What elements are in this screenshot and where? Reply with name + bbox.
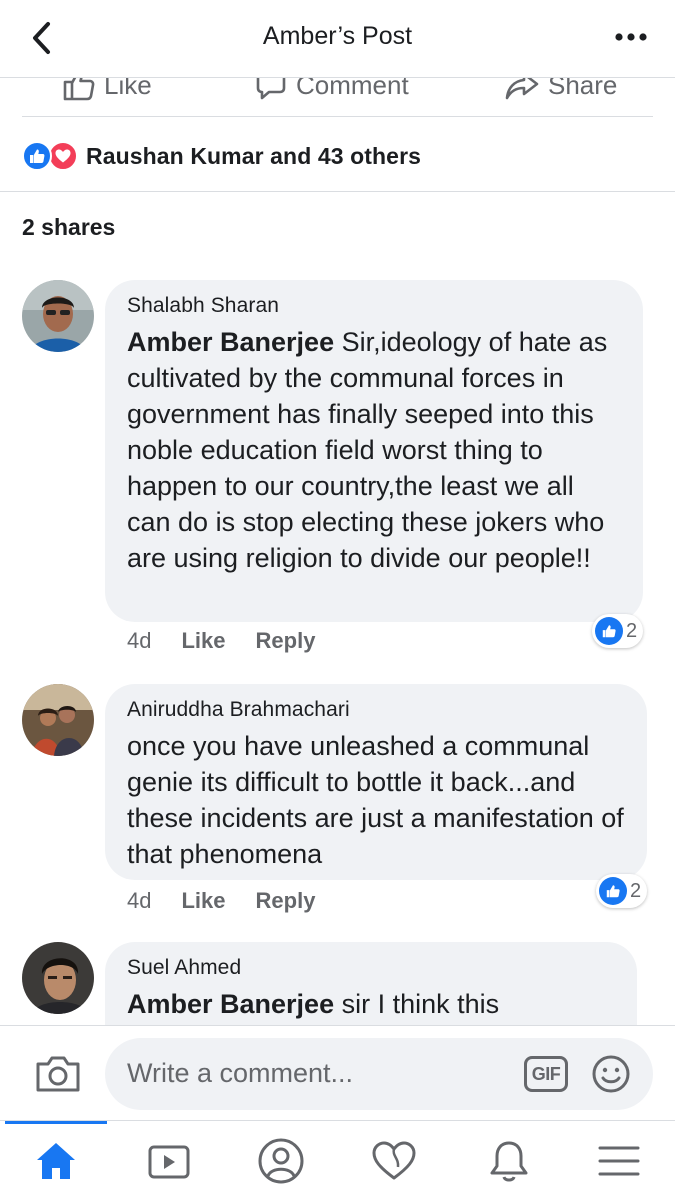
like-reaction-icon: [599, 877, 627, 905]
comment-body: sir I think this: [334, 989, 500, 1019]
comment-meta: 4d Like Reply: [127, 888, 315, 914]
divider: [0, 191, 675, 192]
gif-icon[interactable]: GIF: [524, 1056, 568, 1092]
comment-reaction-badge[interactable]: 2: [592, 614, 644, 648]
comment-composer: Write a comment... GIF: [0, 1025, 675, 1120]
comment-meta: 4d Like Reply: [127, 628, 315, 654]
avatar[interactable]: [22, 942, 94, 1014]
comment-bubble[interactable]: Shalabh Sharan Amber Banerjee Sir,ideolo…: [105, 280, 643, 622]
profile-icon[interactable]: [256, 1137, 306, 1185]
comment-text: Amber Banerjee sir I think this: [127, 986, 615, 1022]
comment-input[interactable]: Write a comment... GIF: [105, 1038, 653, 1110]
emoji-smile-icon[interactable]: [591, 1054, 631, 1094]
comment-body: Sir,ideology of hate as cultivated by th…: [127, 327, 608, 573]
reaction-count: 2: [630, 879, 642, 902]
love-reaction-icon: [48, 141, 78, 171]
like-reaction-icon: [22, 141, 52, 171]
comment-reaction-badge[interactable]: 2: [596, 874, 648, 908]
comment-author[interactable]: Aniruddha Brahmachari: [127, 698, 625, 722]
reactions-summary[interactable]: Raushan Kumar and 43 others: [22, 138, 421, 174]
comment-text: Amber Banerjee Sir,ideology of hate as c…: [127, 324, 621, 576]
comment-mention[interactable]: Amber Banerjee: [127, 989, 334, 1019]
comment-item: Suel Ahmed Amber Banerjee sir I think th…: [0, 942, 675, 1025]
menu-icon[interactable]: [594, 1137, 644, 1185]
reactions-text: Raushan Kumar and 43 others: [86, 142, 422, 169]
comment-mention[interactable]: Amber Banerjee: [127, 327, 334, 357]
divider: [22, 116, 653, 117]
comment-author[interactable]: Suel Ahmed: [127, 956, 615, 980]
bottom-nav: [0, 1120, 675, 1200]
top-bar: Amber’s Post: [0, 0, 675, 78]
shares-count[interactable]: 2 shares: [22, 214, 115, 241]
watch-icon[interactable]: [144, 1137, 194, 1185]
avatar[interactable]: [22, 684, 94, 756]
more-options-icon[interactable]: [613, 24, 649, 50]
comment-author[interactable]: Shalabh Sharan: [127, 294, 621, 318]
reaction-count: 2: [626, 619, 638, 642]
comment-like-button[interactable]: Like: [181, 888, 225, 914]
comment-text: once you have unleashed a communal genie…: [127, 728, 625, 872]
camera-icon[interactable]: [34, 1054, 82, 1094]
dating-heart-icon[interactable]: [369, 1137, 419, 1185]
comment-like-button[interactable]: Like: [181, 628, 225, 654]
comment-time: 4d: [127, 628, 152, 653]
comment-body: once you have unleashed a communal genie…: [127, 731, 624, 869]
comment-bubble[interactable]: Suel Ahmed Amber Banerjee sir I think th…: [105, 942, 637, 1025]
comment-bubble[interactable]: Aniruddha Brahmachari once you have unle…: [105, 684, 647, 880]
page-title: Amber’s Post: [262, 22, 413, 50]
active-tab-indicator: [5, 1121, 107, 1124]
home-icon[interactable]: [31, 1137, 81, 1185]
avatar[interactable]: [22, 280, 94, 352]
notifications-bell-icon[interactable]: [484, 1137, 534, 1185]
comment-placeholder: Write a comment...: [127, 1058, 354, 1088]
like-reaction-icon: [595, 617, 623, 645]
comment-reply-button[interactable]: Reply: [256, 888, 316, 914]
comment-reply-button[interactable]: Reply: [256, 628, 316, 654]
comment-time: 4d: [127, 888, 152, 913]
